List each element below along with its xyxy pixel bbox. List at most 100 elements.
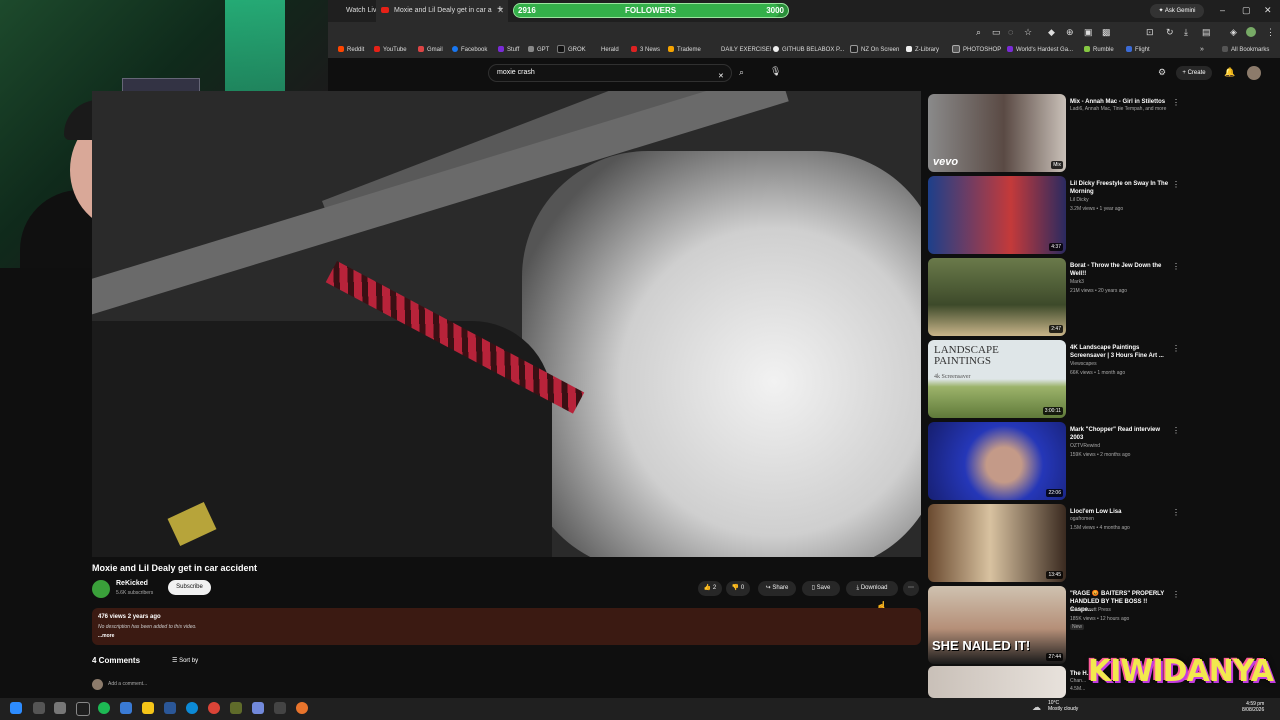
video-thumbnail[interactable]: 4:37 <box>928 176 1066 254</box>
new-tab-button[interactable]: + <box>497 4 503 15</box>
video-thumbnail[interactable]: 13:45 <box>928 504 1066 582</box>
microphone-icon[interactable]: 🎙 <box>770 67 781 76</box>
recommendation-title[interactable]: Lil Dicky Freestyle on Sway In The Morni… <box>1070 180 1170 196</box>
profile-avatar[interactable] <box>1246 27 1256 37</box>
extension-icon[interactable]: ◈ <box>1230 28 1237 37</box>
recommendation-item[interactable]: 13:45 Llocl'em Low Lisa ogafromen 1.5M v… <box>928 504 1268 584</box>
lock-icon[interactable]: ⊡ <box>1146 28 1154 37</box>
zoom-icon[interactable]: ⊕ <box>1066 28 1074 37</box>
more-vert-icon[interactable]: ⋮ <box>1172 262 1180 271</box>
more-vert-icon[interactable]: ⋮ <box>1266 28 1275 37</box>
star-icon[interactable]: ☆ <box>1024 28 1032 37</box>
bookmark-youtube[interactable]: YouTube <box>374 42 407 58</box>
file-explorer-icon[interactable] <box>142 702 154 714</box>
recommendation-item[interactable]: 4:37 Lil Dicky Freestyle on Sway In The … <box>928 176 1268 256</box>
more-vert-icon[interactable]: ⋮ <box>1172 180 1180 189</box>
video-thumbnail[interactable] <box>928 666 1066 698</box>
recommendation-channel[interactable]: Lil Dicky <box>1070 197 1089 203</box>
extension-icon[interactable]: ◆ <box>1048 28 1055 37</box>
chrome-icon[interactable] <box>76 702 90 716</box>
app-icon[interactable] <box>120 702 132 714</box>
all-bookmarks[interactable]: All Bookmarks <box>1222 42 1269 58</box>
recommendation-title[interactable]: Mix - Annah Mac - Girl in Stilettos <box>1070 98 1170 106</box>
bookmark-daily-exercise[interactable]: DAILY EXERCISE! <box>721 42 771 58</box>
eye-off-icon[interactable]: ◌ <box>1008 28 1013 37</box>
bookmark-photoshop[interactable]: PHOTOSHOP <box>952 42 1001 58</box>
video-thumbnail[interactable]: 2:47 <box>928 258 1066 336</box>
recommendation-title[interactable]: 4K Landscape Paintings Screensaver | 3 H… <box>1070 344 1170 360</box>
weather-widget[interactable]: 10°C Mostly cloudy <box>1048 700 1078 712</box>
avatar[interactable] <box>1247 66 1261 80</box>
bookmark-flight[interactable]: Flight <box>1126 42 1150 58</box>
minimize-icon[interactable]: – <box>1220 6 1225 15</box>
video-thumbnail[interactable]: LANDSCAPE PAINTINGS 4k Screensaver 3:00:… <box>928 340 1066 418</box>
bookmark-facebook[interactable]: Facebook <box>452 42 487 58</box>
more-vert-icon[interactable]: ⋮ <box>1172 344 1180 353</box>
trash-icon[interactable]: ▤ <box>1202 28 1211 37</box>
bookmark-gpt[interactable]: GPT <box>528 42 549 58</box>
recommendation-channel[interactable]: ogafromen <box>1070 516 1094 522</box>
chevron-right-icon[interactable]: » <box>1200 46 1204 53</box>
like-button[interactable]: 👍 2 <box>698 581 722 596</box>
recommendation-title[interactable]: Llocl'em Low Lisa <box>1070 508 1170 516</box>
channel-name[interactable]: ReKicked <box>116 580 148 587</box>
create-button[interactable]: + Create <box>1176 66 1212 80</box>
search-icon[interactable]: ⌕ <box>739 68 744 77</box>
recommendation-item[interactable]: LANDSCAPE PAINTINGS 4k Screensaver 3:00:… <box>928 340 1268 420</box>
bookmark-3news[interactable]: 3 News <box>631 42 660 58</box>
bookmark-grok[interactable]: GROK <box>557 42 586 58</box>
more-vert-icon[interactable]: ⋮ <box>1172 590 1180 599</box>
system-clock[interactable]: 4:59 pm 8/08/2026 <box>1242 701 1264 713</box>
bookmark-rumble[interactable]: Rumble <box>1084 42 1114 58</box>
ask-gemini-button[interactable]: ✦ Ask Gemini <box>1150 4 1204 18</box>
more-vert-icon[interactable]: ⋮ <box>1172 98 1180 107</box>
bookmark-trademe[interactable]: Trademe <box>668 42 701 58</box>
app-icon[interactable] <box>230 702 242 714</box>
save-button[interactable]: ▯ Save <box>802 581 840 596</box>
settings-icon[interactable] <box>54 702 66 714</box>
search-icon[interactable]: ⌕ <box>976 28 981 37</box>
history-icon[interactable]: ↻ <box>1166 28 1174 37</box>
recommendation-channel[interactable]: Mark3 <box>1070 279 1084 285</box>
bookmark-zlibrary[interactable]: Z-Library <box>906 42 939 58</box>
extension-icon[interactable]: ▩ <box>1102 28 1111 37</box>
clear-search-icon[interactable]: ✕ <box>718 69 724 85</box>
share-button[interactable]: ↪ Share <box>758 581 796 596</box>
recommendation-item[interactable]: 22:06 Mark "Chopper" Read interview 2003… <box>928 422 1268 502</box>
discord-icon[interactable] <box>252 702 264 714</box>
video-thumbnail[interactable]: 22:06 <box>928 422 1066 500</box>
recommendation-channel[interactable]: Amagansett Press <box>1070 607 1111 613</box>
bookmark-herald[interactable]: Herald <box>601 42 619 58</box>
dislike-button[interactable]: 👎 0 <box>726 581 750 596</box>
download-icon[interactable]: ⤓ <box>1184 28 1188 37</box>
cast-icon[interactable]: ▭ <box>992 28 1001 37</box>
more-vert-icon[interactable]: ⋮ <box>1172 426 1180 435</box>
recommendation-item[interactable]: vevo Mix Mix - Annah Mac - Girl in Stile… <box>928 94 1268 174</box>
bookmark-nz-on-screen[interactable]: NZ On Screen <box>850 42 899 58</box>
bookmark-github[interactable]: GITHUB BELABOX P... <box>773 42 844 58</box>
bookmark-reddit[interactable]: Reddit <box>338 42 364 58</box>
bookmark-worlds-hardest-game[interactable]: World's Hardest Ga... <box>1007 42 1073 58</box>
more-vert-icon[interactable]: ⋮ <box>1172 508 1180 517</box>
more-actions-button[interactable]: ⋯ <box>903 581 919 596</box>
recommendation-item[interactable]: 2:47 Borat - Throw the Jew Down the Well… <box>928 258 1268 338</box>
start-icon[interactable] <box>10 702 22 714</box>
recommendation-channel[interactable]: OZTVRewind <box>1070 443 1100 449</box>
recommendation-title[interactable]: Borat - Throw the Jew Down the Well!! <box>1070 262 1170 278</box>
sort-comments-button[interactable]: ☰ Sort by <box>172 657 198 664</box>
show-more-link[interactable]: ...more <box>98 633 114 639</box>
bell-icon[interactable]: 🔔 <box>1224 68 1235 77</box>
spotify-icon[interactable] <box>98 702 110 714</box>
recommendation-title[interactable]: Mark "Chopper" Read interview 2003 <box>1070 426 1170 442</box>
bookmark-stuff[interactable]: Stuff <box>498 42 519 58</box>
bookmark-gmail[interactable]: Gmail <box>418 42 443 58</box>
description-box[interactable]: 476 views 2 years ago No description has… <box>92 608 921 645</box>
chrome-icon[interactable] <box>208 702 220 714</box>
extension-icon[interactable]: ▣ <box>1084 28 1093 37</box>
settings-icon[interactable]: ⚙ <box>1158 68 1166 77</box>
recommendation-channel[interactable]: Viewscapes <box>1070 361 1097 367</box>
video-player[interactable] <box>92 91 921 557</box>
maximize-icon[interactable]: ▢ <box>1242 6 1251 15</box>
add-comment-input[interactable]: Add a comment... <box>108 681 147 687</box>
subscribe-button[interactable]: Subscribe <box>168 580 211 595</box>
